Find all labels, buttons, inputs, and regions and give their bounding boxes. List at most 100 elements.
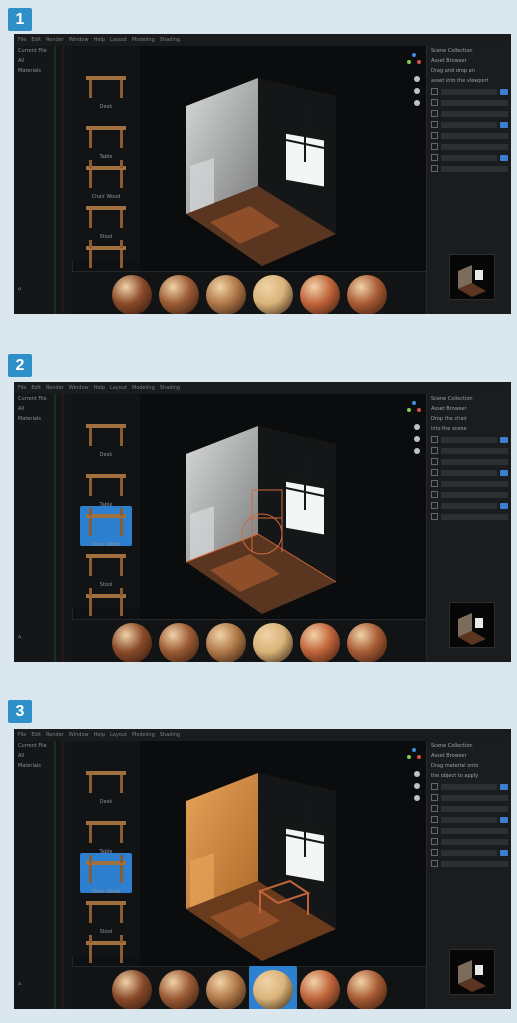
menu-item[interactable]: Shading <box>160 385 180 391</box>
menu-item[interactable]: Modeling <box>132 385 155 391</box>
menu-item[interactable]: Window <box>69 732 89 738</box>
menu-item[interactable]: Edit <box>31 732 41 738</box>
menu-item[interactable]: Layout <box>110 732 127 738</box>
material-sphere[interactable] <box>112 623 152 662</box>
menu-item[interactable]: File <box>18 37 26 43</box>
menu-item[interactable]: File <box>18 732 26 738</box>
material-sphere[interactable] <box>300 970 340 1009</box>
property-row[interactable] <box>427 445 511 456</box>
property-row[interactable] <box>427 97 511 108</box>
asset-item[interactable]: Chair Wood <box>80 506 132 548</box>
asset-item[interactable]: Table <box>80 813 132 855</box>
menu-item[interactable]: Render <box>46 732 64 738</box>
property-row[interactable] <box>427 456 511 467</box>
material-sphere[interactable] <box>300 275 340 314</box>
property-row[interactable] <box>427 478 511 489</box>
furniture-thumbnail-icon <box>86 424 126 446</box>
asset-item[interactable]: Desk <box>80 68 132 110</box>
viewport-nav-buttons[interactable] <box>414 76 420 106</box>
panel-text: asset into the viewport <box>431 78 489 84</box>
3d-viewport[interactable] <box>140 46 426 271</box>
menu-item[interactable]: File <box>18 385 26 391</box>
3d-viewport[interactable] <box>140 394 426 619</box>
material-sphere[interactable] <box>347 275 387 314</box>
property-row[interactable] <box>427 803 511 814</box>
menu-item[interactable]: Render <box>46 37 64 43</box>
asset-catalog-sidebar: Current File All Materials ⌂ <box>14 741 73 1009</box>
asset-item[interactable]: Desk <box>80 763 132 805</box>
asset-item[interactable]: Chair Wood <box>80 853 132 895</box>
property-row[interactable] <box>427 163 511 174</box>
property-row[interactable] <box>427 141 511 152</box>
viewport-nav-buttons[interactable] <box>414 424 420 454</box>
material-sphere[interactable] <box>253 970 293 1009</box>
material-sphere[interactable] <box>206 275 246 314</box>
menu-item[interactable]: Window <box>69 37 89 43</box>
menu-item[interactable]: Window <box>69 385 89 391</box>
menu-item[interactable]: Shading <box>160 732 180 738</box>
home-icon[interactable]: ⌂ <box>14 632 25 642</box>
property-row[interactable] <box>427 847 511 858</box>
render-preview-thumbnail <box>449 254 495 300</box>
property-row[interactable] <box>427 86 511 97</box>
property-row[interactable] <box>427 836 511 847</box>
material-sphere[interactable] <box>253 623 293 662</box>
property-row[interactable] <box>427 792 511 803</box>
property-row[interactable] <box>427 781 511 792</box>
asset-item[interactable]: Desk <box>80 416 132 458</box>
room-scene <box>185 426 337 614</box>
panel-text: Drag and drop an <box>431 68 475 74</box>
viewport-nav-buttons[interactable] <box>414 771 420 801</box>
menu-item[interactable]: Render <box>46 385 64 391</box>
asset-item[interactable]: Table <box>80 466 132 508</box>
axis-gizmo-icon[interactable] <box>406 400 422 416</box>
menu-item[interactable]: Edit <box>31 385 41 391</box>
menu-item[interactable]: Help <box>94 37 105 43</box>
property-row[interactable] <box>427 489 511 500</box>
axis-gizmo-icon[interactable] <box>406 747 422 763</box>
menu-item[interactable]: Modeling <box>132 732 155 738</box>
material-sphere[interactable] <box>159 275 199 314</box>
property-row[interactable] <box>427 511 511 522</box>
asset-item[interactable]: Chair Wood <box>80 158 132 200</box>
menu-item[interactable]: Layout <box>110 37 127 43</box>
3d-viewport[interactable] <box>140 741 426 966</box>
asset-item[interactable]: Table <box>80 118 132 160</box>
home-icon[interactable]: ⌂ <box>14 979 25 989</box>
property-row[interactable] <box>427 858 511 869</box>
property-row[interactable] <box>427 108 511 119</box>
material-sphere[interactable] <box>206 970 246 1009</box>
menu-item[interactable]: Shading <box>160 37 180 43</box>
material-sphere[interactable] <box>159 970 199 1009</box>
material-sphere[interactable] <box>112 970 152 1009</box>
room-scene <box>186 773 336 961</box>
menu-item[interactable]: Layout <box>110 385 127 391</box>
material-sphere[interactable] <box>253 275 293 314</box>
property-row[interactable] <box>427 434 511 445</box>
asset-item[interactable]: Stool <box>80 198 132 240</box>
menu-item[interactable]: Help <box>94 385 105 391</box>
menu-item[interactable]: Modeling <box>132 37 155 43</box>
property-row[interactable] <box>427 814 511 825</box>
top-menu-bar: File Edit Render Window Help Layout Modeling Sh… <box>14 382 511 394</box>
material-sphere[interactable] <box>206 623 246 662</box>
property-row[interactable] <box>427 119 511 130</box>
material-sphere[interactable] <box>347 623 387 662</box>
asset-item[interactable]: Stool <box>80 893 132 935</box>
asset-item[interactable]: Stool <box>80 546 132 588</box>
property-row[interactable] <box>427 130 511 141</box>
material-sphere[interactable] <box>112 275 152 314</box>
property-row[interactable] <box>427 825 511 836</box>
asset-label: Desk <box>99 799 113 805</box>
axis-gizmo-icon[interactable] <box>406 52 422 68</box>
property-row[interactable] <box>427 500 511 511</box>
property-row[interactable] <box>427 152 511 163</box>
menu-item[interactable]: Edit <box>31 37 41 43</box>
material-sphere[interactable] <box>300 623 340 662</box>
property-row[interactable] <box>427 467 511 478</box>
material-sphere[interactable] <box>159 623 199 662</box>
furniture-thumbnail-icon <box>86 901 126 923</box>
menu-item[interactable]: Help <box>94 732 105 738</box>
home-icon[interactable]: ⌂ <box>14 284 25 294</box>
material-sphere[interactable] <box>347 970 387 1009</box>
